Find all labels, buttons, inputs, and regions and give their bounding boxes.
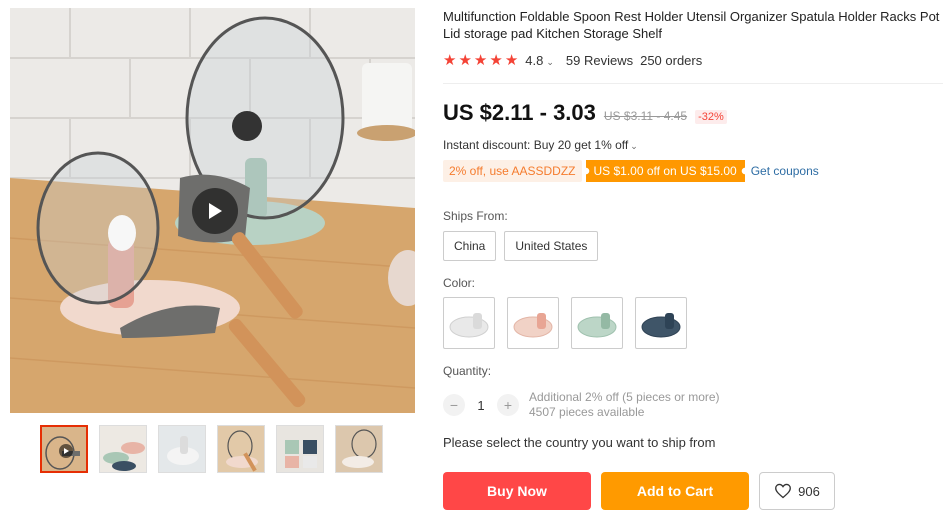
coupon-code-badge[interactable]: 2% off, use AASSDDZZ	[443, 160, 582, 182]
star-icon: ★	[504, 52, 519, 69]
stock-available: 4507 pieces available	[529, 405, 645, 419]
thumbnail-4[interactable]	[217, 425, 265, 473]
spoon-rest-image	[641, 313, 681, 338]
color-label: Color:	[443, 276, 476, 290]
color-swatch-green[interactable]	[571, 297, 623, 349]
ship-country-note: Please select the country you want to sh…	[443, 435, 716, 450]
ship-option-united-states[interactable]: United States	[504, 231, 599, 261]
action-buttons: Buy Now Add to Cart 906	[443, 472, 835, 510]
divider	[443, 83, 943, 84]
main-product-image[interactable]	[10, 8, 415, 413]
store-coupon-badge[interactable]: US $1.00 off on US $15.00	[586, 160, 745, 182]
star-icon: ★	[489, 52, 503, 69]
price-row: US $2.11 - 3.03 US $3.11 - 4.45 -32%	[443, 100, 727, 126]
quantity-decrease-button[interactable]: −	[443, 394, 465, 416]
ship-option-china[interactable]: China	[443, 231, 497, 261]
thumbnail-3[interactable]	[158, 425, 206, 473]
rating-value[interactable]: 4.8 ⌄	[525, 53, 554, 68]
price-current: US $2.11 - 3.03	[443, 100, 596, 125]
thumbnail-5[interactable]	[276, 425, 324, 473]
product-title: Multifunction Foldable Spoon Rest Holder…	[443, 9, 940, 41]
color-swatch-white[interactable]	[443, 297, 495, 349]
discount-badge: -32%	[695, 110, 727, 124]
quantity-increase-button[interactable]: +	[497, 394, 519, 416]
spoon-rest-image	[449, 313, 489, 338]
rating-row: ★ ★ ★ ★ ★ 4.8 ⌄ 59 Reviews 250 orders	[443, 53, 702, 68]
chevron-down-icon: ⌄	[630, 141, 638, 151]
add-to-cart-button[interactable]: Add to Cart	[601, 472, 749, 510]
play-icon	[209, 203, 222, 219]
thumbnail-1[interactable]	[40, 425, 88, 473]
video-play-button[interactable]	[192, 188, 238, 234]
color-swatch-pink[interactable]	[507, 297, 559, 349]
quantity-info: Additional 2% off (5 pieces or more) 450…	[529, 390, 720, 420]
star-icon: ★	[473, 52, 488, 69]
thumbnail-2[interactable]	[99, 425, 147, 473]
reviews-link[interactable]: 59 Reviews	[566, 53, 633, 68]
color-swatch-navy[interactable]	[635, 297, 687, 349]
wishlist-count: 906	[798, 483, 820, 499]
wishlist-button[interactable]: 906	[759, 472, 835, 510]
bulk-discount-note: Additional 2% off (5 pieces or more)	[529, 390, 720, 404]
rating-number: 4.8	[525, 53, 544, 68]
quantity-value[interactable]: 1	[465, 398, 497, 413]
color-options	[443, 297, 687, 349]
instant-discount-text: Instant discount: Buy 20 get 1% off	[443, 138, 629, 152]
get-coupons-link[interactable]: Get coupons	[751, 164, 819, 178]
thumbnail-6[interactable]	[335, 425, 383, 473]
star-icon: ★	[443, 52, 457, 69]
orders-count: 250 orders	[640, 53, 703, 68]
quantity-stepper: − 1 + Additional 2% off (5 pieces or mor…	[443, 390, 720, 420]
ships-from-options: China United States	[443, 231, 599, 261]
chevron-down-icon: ⌄	[546, 57, 554, 67]
buy-now-button[interactable]: Buy Now	[443, 472, 591, 510]
spoon-rest-image	[513, 313, 553, 338]
spoon-rest-image	[577, 313, 617, 338]
heart-icon	[775, 483, 792, 499]
star-rating: ★ ★ ★ ★ ★	[443, 53, 518, 68]
star-icon: ★	[458, 52, 472, 69]
quantity-label: Quantity:	[443, 364, 492, 378]
thumbnail-strip	[40, 425, 383, 473]
ships-from-label: Ships From:	[443, 209, 508, 223]
instant-discount[interactable]: Instant discount: Buy 20 get 1% off ⌄	[443, 138, 638, 152]
price-original: US $3.11 - 4.45	[603, 109, 688, 123]
coupons-row: 2% off, use AASSDDZZ US $1.00 off on US …	[443, 160, 819, 182]
